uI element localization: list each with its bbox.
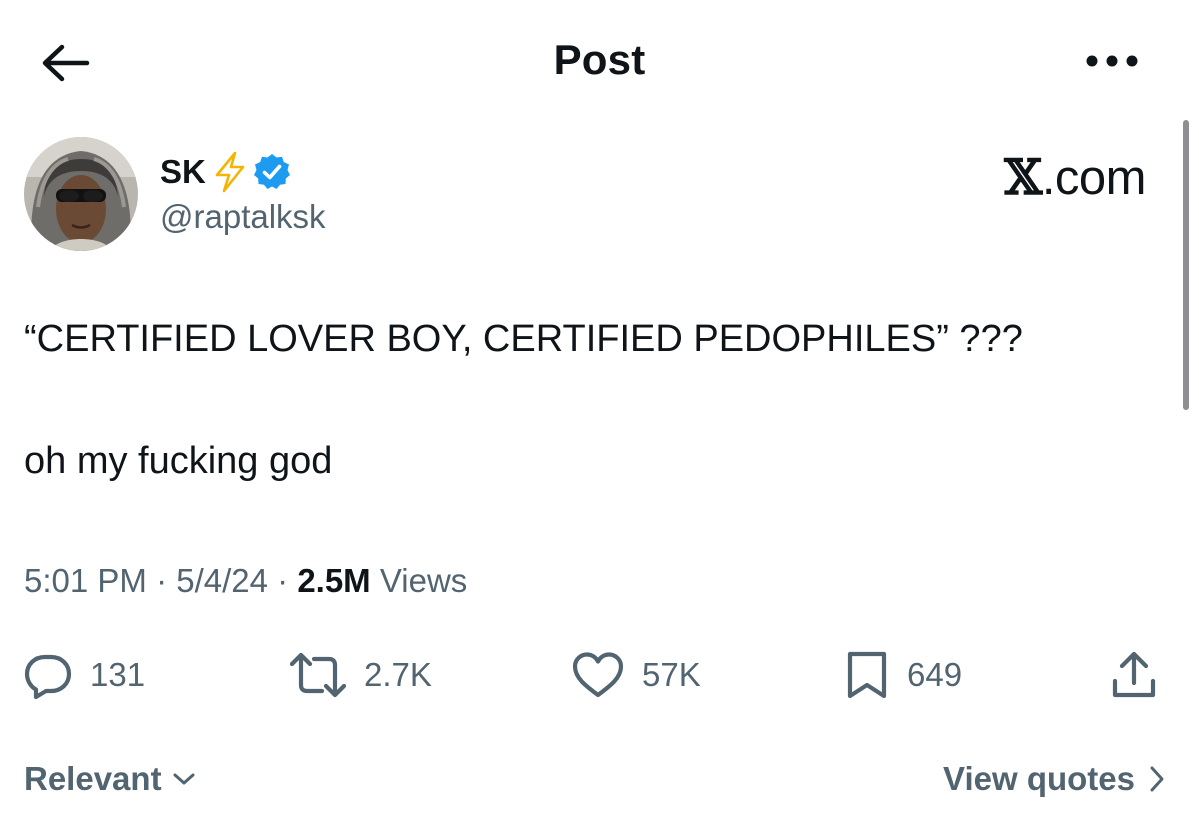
- more-horizontal-icon: [1086, 55, 1138, 67]
- views-count[interactable]: 2.5M: [297, 562, 370, 599]
- scrollbar[interactable]: [1183, 120, 1189, 410]
- author-handle[interactable]: @raptalksk: [160, 198, 326, 236]
- x-logo-glyph: 𝕏: [1004, 148, 1042, 206]
- avatar-image: [24, 137, 138, 251]
- like-button[interactable]: 57K: [572, 645, 701, 705]
- reply-button[interactable]: 131: [24, 645, 145, 705]
- bookmark-button[interactable]: 649: [845, 645, 962, 705]
- meta-separator: ·: [267, 562, 298, 599]
- chevron-down-icon: [173, 773, 195, 785]
- like-count: 57K: [642, 656, 701, 693]
- bookmark-count: 649: [907, 656, 963, 693]
- post-time: 5:01 PM: [24, 562, 147, 599]
- meta-separator: ·: [146, 562, 177, 599]
- post-meta: 5:01 PM · 5/4/24 · 2.5M Views: [24, 562, 467, 600]
- watermark-text: .com: [1041, 151, 1147, 205]
- sort-label: Relevant: [24, 760, 162, 797]
- post-text-line-2: oh my fucking god: [24, 440, 333, 482]
- views-label: Views: [370, 562, 468, 599]
- chevron-right-icon: [1150, 766, 1164, 792]
- repost-button[interactable]: 2.7K: [290, 645, 432, 705]
- x-com-watermark: 𝕏.com: [1004, 148, 1146, 206]
- page-title: Post: [553, 36, 646, 83]
- reply-count: 131: [90, 656, 146, 693]
- heart-icon: [572, 652, 624, 698]
- view-quotes-link[interactable]: View quotes: [943, 760, 1165, 798]
- bookmark-icon: [847, 651, 887, 699]
- post-date: 5/4/24: [176, 562, 268, 599]
- avatar[interactable]: [24, 137, 138, 251]
- share-button[interactable]: [1110, 645, 1158, 705]
- repost-count: 2.7K: [364, 656, 432, 693]
- lightning-bolt-icon: [215, 151, 245, 193]
- repost-icon: [290, 652, 346, 698]
- author-name-row: SK: [160, 150, 292, 194]
- reply-icon: [24, 654, 72, 699]
- display-name[interactable]: SK: [160, 153, 206, 191]
- verified-badge-icon: [253, 154, 290, 189]
- share-icon: [1112, 651, 1156, 698]
- view-quotes-label: View quotes: [943, 760, 1135, 797]
- post-screen: Post SK @raptalksk 𝕏.com “CERTIFIED LOVE…: [0, 0, 1199, 826]
- more-options-button[interactable]: [1082, 46, 1142, 76]
- reply-sort-dropdown[interactable]: Relevant: [24, 760, 196, 798]
- post-text-line-1: “CERTIFIED LOVER BOY, CERTIFIED PEDOPHIL…: [24, 318, 1023, 360]
